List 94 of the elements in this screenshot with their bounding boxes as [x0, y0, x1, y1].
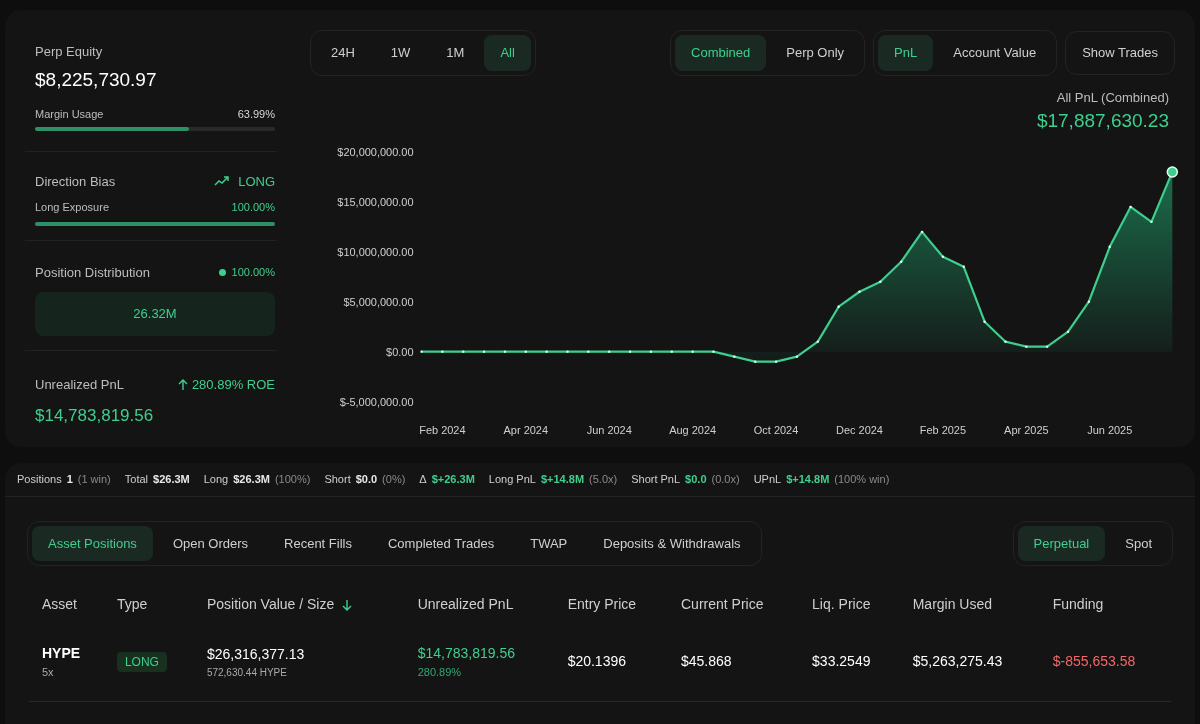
leverage-text: 5x — [42, 665, 55, 680]
tab[interactable]: Asset Positions — [32, 525, 153, 561]
tab[interactable]: 24H — [315, 35, 371, 71]
stat-note: (1 win) — [77, 472, 111, 487]
stat-label: Perp Equity — [35, 43, 104, 61]
column-header[interactable]: Type — [116, 594, 148, 615]
tab[interactable]: Deposits & Withdrawals — [587, 525, 757, 561]
stat-value: $26.3M — [233, 472, 270, 487]
stat-reading: 100.00% — [231, 200, 275, 215]
tab[interactable]: Perp Only — [770, 35, 861, 71]
x-axis-label: Jun 2024 — [586, 423, 632, 435]
y-axis-label: $15,000,000.00 — [337, 195, 414, 208]
x-axis-label: Feb 2025 — [919, 423, 967, 435]
y-axis-label: $10,000,000.00 — [337, 245, 414, 258]
y-axis-label: $20,000,000.00 — [337, 145, 414, 158]
x-axis-label: Aug 2024 — [669, 423, 717, 435]
stat-label: Long — [203, 472, 229, 487]
arrow-up-icon — [177, 378, 188, 391]
stat-label: Long PnL — [488, 472, 536, 487]
table-cell: $33.2549 — [812, 653, 871, 670]
roe-reading: 280.89% ROE — [191, 376, 275, 394]
stat-label: Short PnL — [631, 472, 681, 487]
x-axis-label: Apr 2025 — [1004, 423, 1049, 435]
show-trades-button[interactable]: Show Trades — [1065, 31, 1175, 75]
y-axis-label: $-5,000,000.00 — [339, 395, 414, 408]
column-header[interactable]: Position Value / Size — [206, 594, 335, 615]
x-axis-label: Feb 2024 — [419, 423, 466, 435]
x-axis-label: Apr 2024 — [503, 423, 549, 435]
stat-label: Unrealized PnL — [35, 376, 124, 394]
table-cell: $20.1396 — [567, 653, 627, 670]
column-header[interactable]: Margin Used — [912, 594, 993, 615]
direction-value: LONG — [238, 172, 275, 191]
asset-name: HYPE — [42, 644, 82, 663]
stat-label: Δ — [419, 472, 427, 487]
tab[interactable]: Open Orders — [156, 525, 265, 561]
stat-note: (100%) — [274, 472, 311, 487]
tab[interactable]: Perpetual — [1017, 525, 1106, 561]
tab[interactable]: Spot — [1109, 525, 1168, 561]
chart-title: All PnL (Combined) — [1056, 88, 1169, 107]
stat-label: Total — [124, 472, 149, 487]
table-cell: $45.868 — [681, 653, 732, 670]
stat-note: (0.0x) — [711, 472, 740, 487]
stat-note: (5.0x) — [589, 472, 618, 487]
tab[interactable]: Recent Fills — [268, 525, 368, 561]
stat-label: Margin Usage — [35, 107, 104, 122]
x-axis-label: Jun 2025 — [1087, 423, 1133, 435]
stat-note: (0%) — [382, 472, 406, 487]
stat-value: $26.3M — [153, 472, 190, 487]
tab[interactable]: Account Value — [937, 35, 1053, 71]
column-header[interactable]: Asset — [42, 594, 77, 615]
stat-value: $+26.3M — [431, 472, 475, 487]
position-size: 572,630.44 HYPE — [206, 665, 288, 680]
x-axis-label: Dec 2024 — [836, 423, 883, 435]
y-axis-label: $5,000,000.00 — [343, 295, 414, 308]
column-header[interactable]: Unrealized PnL — [417, 594, 514, 615]
tab[interactable]: Combined — [675, 35, 767, 71]
side-tag: LONG — [116, 652, 167, 673]
stat-value: $0.0 — [355, 472, 378, 487]
stat-value: 1 — [66, 472, 73, 487]
column-header[interactable]: Entry Price — [567, 594, 637, 615]
stat-label: Direction Bias — [35, 172, 116, 191]
stat-reading: 63.99% — [237, 107, 275, 122]
y-axis-label: $0.00 — [386, 345, 414, 358]
tab[interactable]: Completed Trades — [371, 525, 511, 561]
stat-label: Short — [324, 472, 351, 487]
stat-value: $+14.8M — [786, 472, 830, 487]
unrealized-pnl: $14,783,819.56 — [417, 644, 517, 663]
chart-total-value: $17,887,630.23 — [1036, 109, 1169, 133]
unrealized-pnl-value: $14,783,819.56 — [35, 404, 155, 427]
stat-label: Long Exposure — [35, 200, 109, 215]
unrealized-pnl-percent: 280.89% — [417, 665, 463, 680]
column-header[interactable]: Current Price — [681, 594, 764, 615]
table-cell: $5,263,275.43 — [912, 653, 1003, 670]
tab[interactable]: All — [484, 35, 531, 71]
column-header[interactable]: Funding — [1052, 594, 1104, 615]
position-value: $26,316,377.13 — [206, 644, 306, 664]
trending-up-icon — [214, 175, 231, 188]
sort-down-icon[interactable] — [342, 598, 353, 611]
tab[interactable]: 1M — [430, 35, 481, 71]
x-axis-label: Oct 2024 — [753, 423, 799, 435]
tab[interactable]: 1W — [374, 35, 427, 71]
column-header[interactable]: Liq. Price — [812, 594, 871, 615]
funding-value: $-855,653.58 — [1052, 653, 1136, 670]
tab[interactable]: PnL — [878, 35, 934, 71]
stat-value: $0.0 — [685, 472, 707, 487]
stat-label: UPnL — [753, 472, 782, 487]
stat-value: $+14.8M — [540, 472, 585, 487]
stat-label: Position Distribution — [35, 263, 150, 282]
stat-note: (100% win) — [834, 472, 890, 487]
stat-label: Positions — [17, 472, 62, 487]
tab[interactable]: TWAP — [514, 525, 584, 561]
stat-reading: 100.00% — [231, 265, 275, 280]
equity-value: $8,225,730.97 — [35, 67, 158, 92]
distribution-segment: 26.32M — [35, 292, 275, 336]
